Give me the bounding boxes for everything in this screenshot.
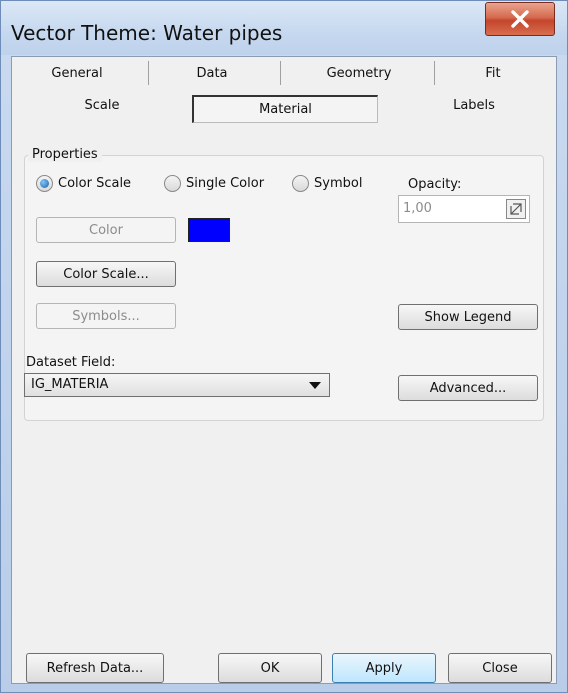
radio-checked-icon [36,175,53,192]
tab-data[interactable]: Data [152,59,272,89]
close-icon [511,10,529,28]
radio-single-color[interactable]: Single Color [164,175,264,192]
tab-strip: General Data Geometry Fit Scale Material… [12,57,556,127]
advanced-button[interactable]: Advanced... [398,375,538,401]
dataset-field-label: Dataset Field: [26,355,116,370]
tab-geometry[interactable]: Geometry [284,59,434,89]
close-button[interactable]: Close [448,653,552,683]
properties-group-label: Properties [28,147,102,162]
symbols-button[interactable]: Symbols... [36,303,176,329]
chevron-down-icon [309,382,321,389]
dataset-field-value: IG_MATERIA [31,377,109,392]
title-bar: Vector Theme: Water pipes [1,1,567,55]
radio-symbol[interactable]: Symbol [292,175,362,192]
refresh-data-button[interactable]: Refresh Data... [26,653,164,683]
ok-button[interactable]: OK [218,653,322,683]
opacity-value: 1,00 [403,201,432,216]
radio-symbol-label: Symbol [314,176,363,191]
show-legend-button[interactable]: Show Legend [398,304,538,330]
dataset-field-select[interactable]: IG_MATERIA [24,373,330,397]
opacity-input[interactable]: 1,00 [398,195,530,223]
radio-color-scale[interactable]: Color Scale [36,175,131,192]
tab-fit[interactable]: Fit [438,59,548,89]
opacity-spin-button[interactable] [506,199,526,219]
opacity-label: Opacity: [408,177,462,192]
window-title: Vector Theme: Water pipes [11,21,283,45]
tab-scale[interactable]: Scale [52,91,152,121]
color-swatch[interactable] [188,218,230,242]
tab-material[interactable]: Material [192,95,378,123]
radio-unchecked-icon [292,175,309,192]
close-window-button[interactable] [485,2,555,36]
color-scale-button[interactable]: Color Scale... [36,261,176,287]
radio-unchecked-icon [164,175,181,192]
radio-color-scale-label: Color Scale [58,176,132,191]
apply-button[interactable]: Apply [332,653,436,683]
dialog-window: Vector Theme: Water pipes General Data G… [0,0,568,693]
tab-labels[interactable]: Labels [424,91,524,121]
tab-general[interactable]: General [22,59,132,89]
spin-arrows-icon [510,203,522,215]
color-button[interactable]: Color [36,217,176,243]
dialog-content: General Data Geometry Fit Scale Material… [11,56,557,684]
radio-single-color-label: Single Color [186,176,265,191]
